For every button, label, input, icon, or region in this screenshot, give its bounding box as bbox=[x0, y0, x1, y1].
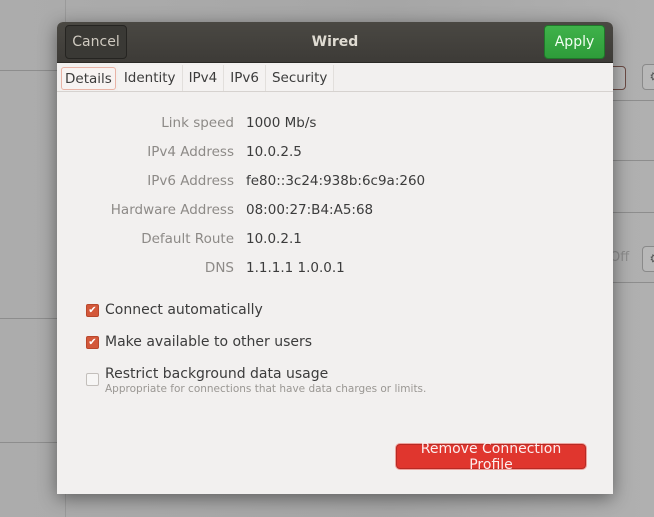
detail-value: fe80::3c24:938b:6c9a:260 bbox=[246, 173, 426, 189]
detail-label: Hardware Address bbox=[110, 202, 234, 218]
remove-connection-profile-button[interactable]: Remove Connection Profile bbox=[396, 441, 586, 473]
detail-value: 10.0.2.5 bbox=[246, 144, 302, 160]
background-separator bbox=[613, 212, 654, 213]
wired-dialog: Cancel Wired Apply Details Identity IPv4… bbox=[57, 22, 613, 494]
detail-label: IPv4 Address bbox=[147, 144, 234, 160]
header-bar: Cancel Wired Apply bbox=[57, 22, 613, 63]
checkbox-label: Restrict background data usage bbox=[105, 366, 329, 382]
background-separator bbox=[613, 282, 654, 283]
tab-ipv6[interactable]: IPv6 bbox=[224, 65, 266, 91]
tab-bar: Details Identity IPv4 IPv6 Security bbox=[57, 63, 613, 92]
checkbox-sublabel: Appropriate for connections that have da… bbox=[105, 383, 427, 395]
checkbox-label: Make available to other users bbox=[105, 334, 313, 350]
tab-identity[interactable]: Identity bbox=[117, 65, 183, 91]
detail-row-ipv4: IPv4 Address 10.0.2.5 bbox=[57, 144, 302, 160]
detail-value: 08:00:27:B4:A5:68 bbox=[246, 202, 374, 218]
detail-row-default-route: Default Route 10.0.2.1 bbox=[57, 231, 302, 247]
detail-label: Link speed bbox=[161, 115, 234, 131]
background-separator bbox=[613, 100, 654, 101]
dialog-title: Wired bbox=[311, 34, 359, 50]
detail-label: Default Route bbox=[141, 231, 234, 247]
tab-security[interactable]: Security bbox=[265, 65, 335, 91]
available-to-others-checkbox[interactable]: ✔ bbox=[86, 336, 99, 349]
detail-row-ipv6: IPv6 Address fe80::3c24:938b:6c9a:260 bbox=[57, 173, 425, 189]
connect-automatically-option[interactable]: ✔ Connect automatically bbox=[86, 302, 263, 318]
background-separator bbox=[613, 160, 654, 161]
detail-value: 1000 Mb/s bbox=[246, 115, 317, 131]
gear-icon: ⚙ bbox=[642, 64, 654, 90]
restrict-data-checkbox[interactable] bbox=[86, 373, 99, 386]
details-panel: Link speed 1000 Mb/s IPv4 Address 10.0.2… bbox=[57, 92, 613, 494]
cancel-button[interactable]: Cancel bbox=[65, 25, 127, 59]
checkbox-label: Connect automatically bbox=[105, 302, 263, 318]
restrict-data-option[interactable]: Restrict background data usage Appropria… bbox=[86, 366, 426, 395]
detail-value: 10.0.2.1 bbox=[246, 231, 302, 247]
apply-button[interactable]: Apply bbox=[544, 25, 605, 59]
tab-ipv4[interactable]: IPv4 bbox=[182, 65, 225, 91]
detail-label: DNS bbox=[204, 260, 234, 276]
detail-row-link-speed: Link speed 1000 Mb/s bbox=[57, 115, 316, 131]
tab-details[interactable]: Details bbox=[61, 67, 116, 90]
gear-icon: ⚙ bbox=[642, 246, 654, 272]
detail-label: IPv6 Address bbox=[147, 173, 234, 189]
detail-row-dns: DNS 1.1.1.1 1.0.0.1 bbox=[57, 260, 345, 276]
connect-automatically-checkbox[interactable]: ✔ bbox=[86, 304, 99, 317]
available-to-others-option[interactable]: ✔ Make available to other users bbox=[86, 334, 312, 350]
detail-value: 1.1.1.1 1.0.0.1 bbox=[246, 260, 345, 276]
detail-row-hardware: Hardware Address 08:00:27:B4:A5:68 bbox=[57, 202, 373, 218]
